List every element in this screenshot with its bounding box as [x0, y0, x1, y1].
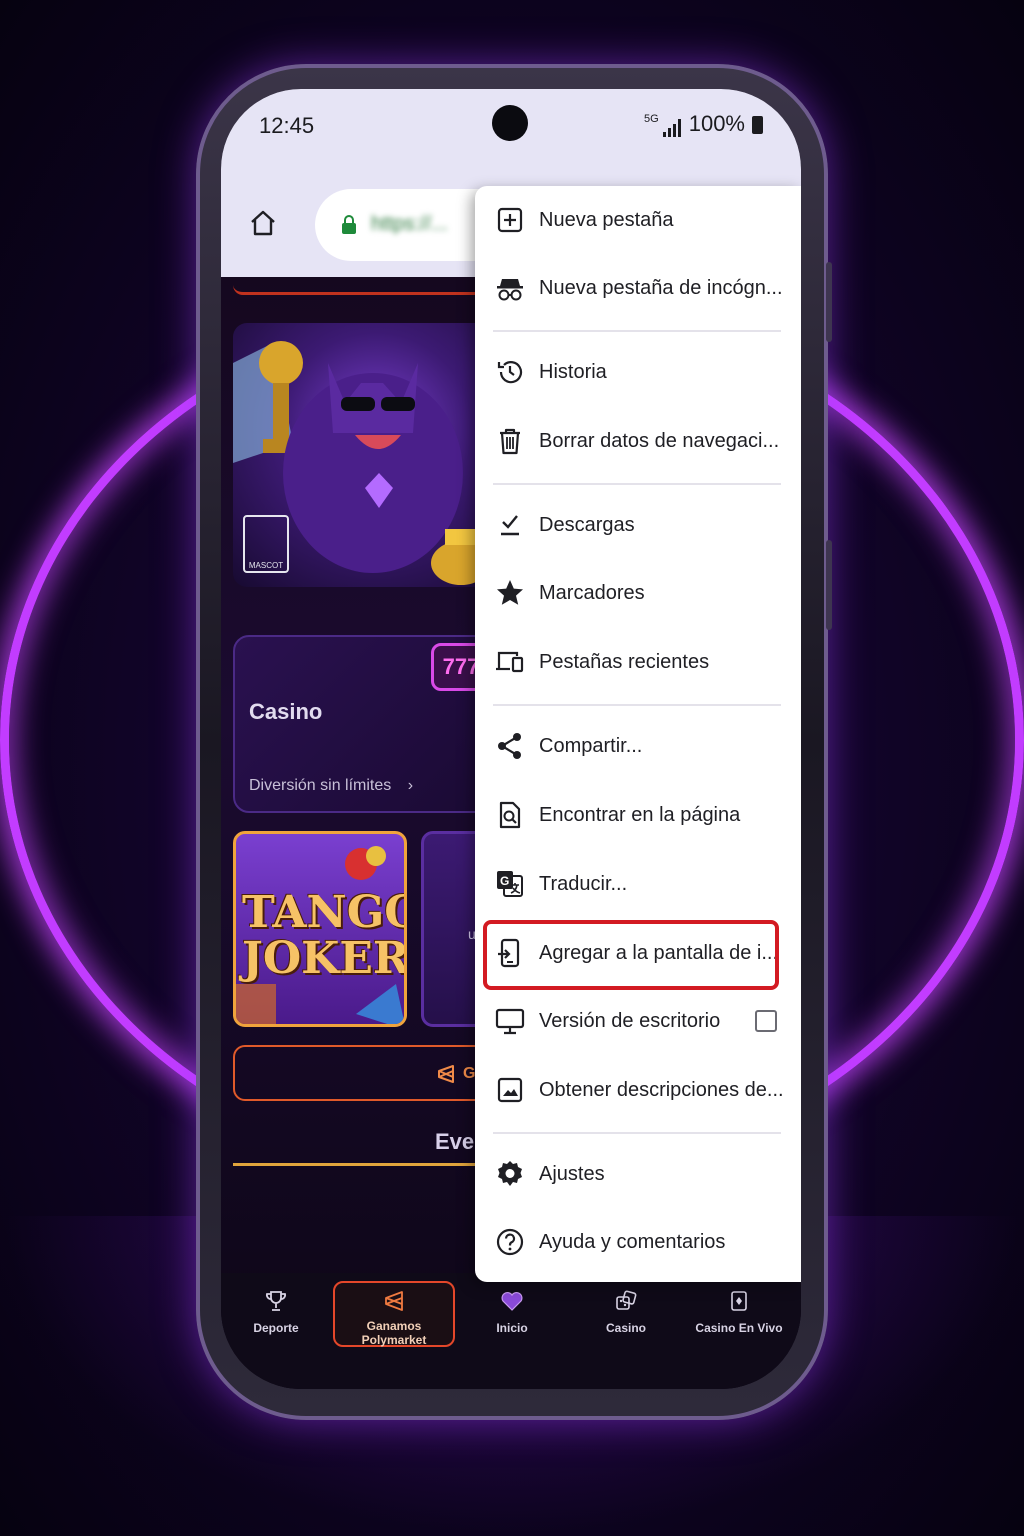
find-in-page-icon [499, 801, 521, 829]
menu-item-incognito-tab[interactable]: Nueva pestaña de incógn... [475, 258, 801, 318]
menu-item-label: Descargas [539, 513, 635, 536]
network-type: 5G [644, 113, 659, 125]
incognito-icon [497, 279, 523, 301]
highlight-box [483, 920, 779, 990]
menu-item-settings[interactable]: Ajustes [475, 1144, 801, 1204]
menu-divider [493, 1132, 781, 1134]
help-icon [496, 1228, 524, 1256]
battery-percent: 100% [688, 111, 745, 136]
history-icon [497, 361, 523, 384]
menu-item-label: Historia [539, 360, 607, 383]
svg-text:G: G [500, 874, 509, 888]
menu-item-label: Borrar datos de navegaci... [539, 429, 780, 452]
trophy-icon [266, 1291, 286, 1311]
recent-tabs-icon [496, 651, 524, 673]
desktop-site-checkbox[interactable] [755, 1010, 777, 1032]
settings-icon [498, 1161, 522, 1186]
nav-inicio-label: Inicio [496, 1321, 528, 1335]
chevron-right-icon: › [407, 777, 414, 794]
menu-item-label: Encontrar en la página [539, 803, 741, 826]
menu-item-share[interactable]: Compartir... [475, 716, 801, 776]
signal-icon [662, 119, 681, 137]
menu-item-label: Compartir... [539, 734, 643, 757]
front-camera [492, 105, 528, 141]
menu-item-new-tab[interactable]: Nueva pestaña [475, 190, 801, 250]
status-indicators: 5G 100% [644, 111, 763, 137]
menu-item-label: Traducir... [539, 872, 628, 895]
nav-deporte[interactable]: Deporte [221, 1281, 331, 1335]
polymarket-icon [385, 1291, 403, 1311]
polymarket-icon [438, 1065, 454, 1083]
battery-icon [752, 116, 763, 134]
events-tab-underline [233, 1163, 493, 1166]
game-tile-title: TANGO JOKER [242, 887, 407, 984]
phone-screen: 12:45 5G 100% https://... MASCOT Casino … [221, 89, 801, 1389]
mascot-banner[interactable]: MASCOT [233, 323, 493, 587]
menu-item-bookmarks[interactable]: Marcadores [475, 563, 801, 623]
menu-item-find-in-page[interactable]: Encontrar en la página [475, 785, 801, 845]
game-tile-tango-joker[interactable]: TANGO JOKER [233, 831, 407, 1027]
menu-item-translate[interactable]: G Traducir... [475, 854, 801, 914]
menu-item-label: Obtener descripciones de... [539, 1078, 784, 1101]
menu-item-recent-tabs[interactable]: Pestañas recientes [475, 632, 801, 692]
menu-item-label: Ayuda y comentarios [539, 1230, 726, 1253]
nav-casino-en-vivo[interactable]: Casino En Vivo [683, 1281, 795, 1335]
menu-item-label: Nueva pestaña [539, 208, 674, 231]
browser-overflow-menu: Nueva pestaña Nueva pestaña de incógn...… [475, 186, 801, 1282]
share-icon [498, 733, 521, 759]
menu-item-history[interactable]: Historia [475, 342, 801, 402]
trash-icon [500, 428, 520, 455]
nav-casino-label: Casino [605, 1321, 646, 1335]
casino-card-subtitle-text: Diversión sin límites [249, 777, 392, 794]
live-casino-icon [731, 1291, 747, 1311]
menu-item-label: Ajustes [539, 1162, 605, 1185]
nav-casino[interactable]: Casino [571, 1281, 681, 1335]
menu-item-image-descriptions[interactable]: Obtener descripciones de... [475, 1060, 801, 1120]
menu-item-desktop-site[interactable]: Versión de escritorio [475, 991, 801, 1051]
dice-icon [616, 1290, 637, 1310]
status-time: 12:45 [259, 113, 315, 138]
mascot-logo: MASCOT [243, 515, 289, 573]
nav-casino-en-vivo-label: Casino En Vivo [695, 1321, 783, 1335]
new-tab-icon [497, 207, 523, 233]
menu-item-downloads[interactable]: Descargas [475, 495, 801, 555]
casino-card-title: Casino [249, 699, 323, 724]
status-bar: 12:45 5G 100% [221, 89, 801, 175]
polymarket-cta[interactable]: Ga [233, 1045, 493, 1101]
desktop-icon [495, 1008, 525, 1035]
heart-logo-icon [501, 1292, 523, 1311]
casino-card-subtitle[interactable]: Diversión sin límites › [249, 777, 413, 795]
menu-item-label: Marcadores [539, 581, 645, 604]
translate-icon: G [497, 871, 523, 897]
menu-item-label: Pestañas recientes [539, 650, 710, 673]
menu-item-clear-data[interactable]: Borrar datos de navegaci... [475, 411, 801, 471]
downloads-icon [501, 515, 519, 536]
bottom-nav: Deporte Ganamos Polymarket Inicio Casino… [221, 1273, 801, 1389]
lock-icon [342, 215, 356, 234]
casino-card[interactable]: Casino Diversión sin límites › 777 [233, 635, 493, 813]
top-banner-edge [233, 277, 493, 295]
menu-divider [493, 483, 781, 485]
menu-item-label: Versión de escritorio [539, 1009, 721, 1032]
menu-divider [493, 704, 781, 706]
nav-deporte-label: Deporte [253, 1321, 299, 1335]
nav-ganamos-polymarket-label: Ganamos Polymarket [361, 1319, 427, 1347]
volume-button [826, 262, 832, 342]
menu-item-label: Nueva pestaña de incógn... [539, 276, 783, 299]
star-icon [497, 580, 523, 605]
nav-ganamos-polymarket[interactable]: Ganamos Polymarket [333, 1281, 455, 1347]
image-description-icon [497, 1077, 523, 1103]
power-button [826, 540, 832, 630]
url-text: https://... [371, 213, 448, 235]
mascot-logo-text: MASCOT [248, 561, 284, 570]
menu-item-help[interactable]: Ayuda y comentarios [475, 1212, 801, 1272]
nav-inicio[interactable]: Inicio [457, 1281, 567, 1335]
menu-divider [493, 330, 781, 332]
home-icon[interactable] [249, 209, 277, 237]
